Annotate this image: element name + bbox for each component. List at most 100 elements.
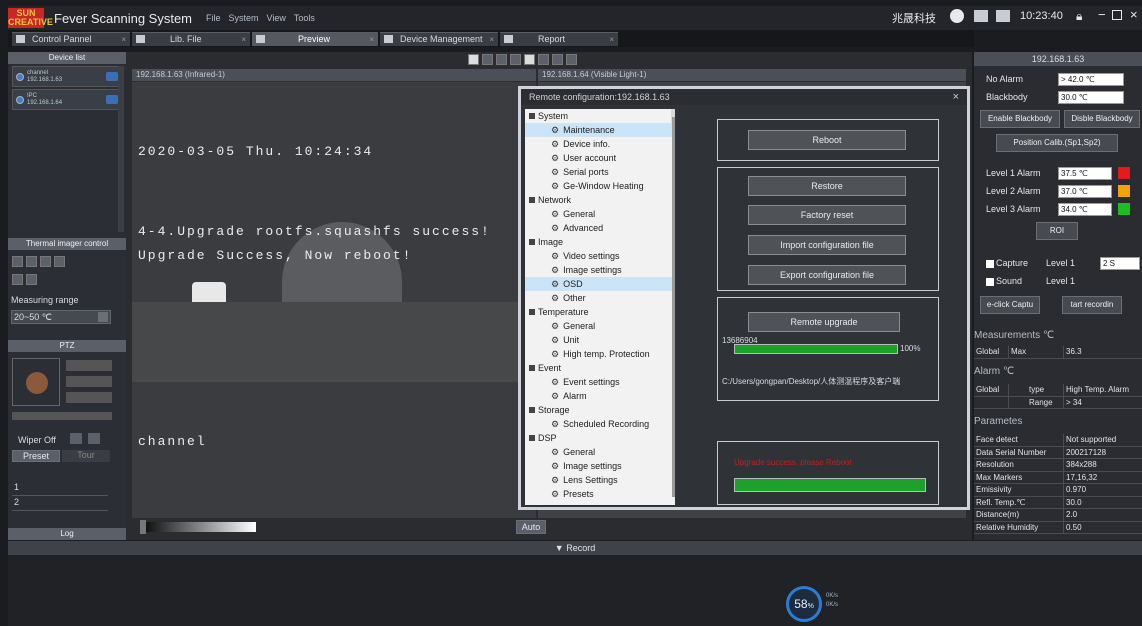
iris-control[interactable]	[66, 392, 112, 403]
tab-lib-file[interactable]: Lib. File ×	[132, 32, 250, 46]
tree-item[interactable]: Maintenance	[525, 123, 675, 137]
tab-device-management[interactable]: Device Management ×	[380, 32, 498, 46]
tree-item[interactable]: Scheduled Recording	[525, 417, 675, 431]
close-tab-icon[interactable]: ×	[489, 33, 494, 46]
tree-group[interactable]: DSP	[525, 431, 675, 445]
capture-checkbox[interactable]	[986, 260, 994, 268]
tree-item[interactable]: Event settings	[525, 375, 675, 389]
menu-view[interactable]: View	[267, 13, 286, 23]
preset-row-1[interactable]: 1	[12, 482, 108, 496]
ptz-direction-pad[interactable]	[12, 358, 60, 406]
wiper-dropdown-icon[interactable]	[70, 433, 82, 444]
sound-level[interactable]: Level 1	[1046, 276, 1075, 286]
tree-item[interactable]: Image settings	[525, 459, 675, 473]
tree-item[interactable]: Advanced	[525, 221, 675, 235]
disable-blackbody-button[interactable]: Disble Blackbody	[1064, 110, 1140, 128]
single-view-icon[interactable]	[566, 54, 577, 65]
close-tab-icon[interactable]: ×	[369, 33, 374, 46]
alarm-level-2-input[interactable]: 37.0 ℃	[1058, 185, 1112, 198]
alarm-level-1-color[interactable]	[1118, 167, 1130, 179]
tree-item[interactable]: Unit	[525, 333, 675, 347]
tree-group[interactable]: Storage	[525, 403, 675, 417]
tree-item[interactable]: Presets	[525, 487, 675, 501]
measure-icon[interactable]	[524, 54, 535, 65]
tree-scrollbar[interactable]	[671, 109, 675, 497]
close-tab-icon[interactable]: ×	[609, 33, 614, 46]
close-app-icon[interactable]: ×	[1130, 7, 1138, 22]
tab-control-pannel[interactable]: Control Pannel ×	[12, 32, 130, 46]
dialog-close-icon[interactable]: ×	[953, 89, 959, 105]
tree-item[interactable]: Serial ports	[525, 165, 675, 179]
preset-row-2[interactable]: 2	[12, 497, 108, 511]
grid-icon[interactable]	[538, 54, 549, 65]
preset-tab[interactable]: Preset	[12, 450, 60, 462]
factory-reset-button[interactable]: Factory reset	[748, 205, 906, 225]
position-calib-button[interactable]: Position Calib.(Sp1,Sp2)	[996, 134, 1118, 152]
tree-group[interactable]: Temperature	[525, 305, 675, 319]
restore-window-icon[interactable]	[1112, 10, 1122, 20]
alarm-level-3-input[interactable]: 34.0 ℃	[1058, 203, 1112, 216]
palette-icon[interactable]	[54, 256, 65, 267]
tree-item[interactable]: Ge-Window Heating	[525, 179, 675, 193]
minimize-icon[interactable]: −	[1098, 7, 1106, 22]
tree-item[interactable]: Alarm	[525, 389, 675, 403]
roi-button[interactable]: ROI	[1036, 222, 1078, 240]
tour-tab[interactable]: Tour	[62, 450, 110, 462]
tree-item[interactable]: Other	[525, 291, 675, 305]
tree-item[interactable]: OSD	[525, 277, 675, 291]
enable-blackbody-button[interactable]: Enable Blackbody	[980, 110, 1060, 128]
menu-file[interactable]: File	[206, 13, 221, 23]
wiper-play-icon[interactable]	[88, 433, 100, 444]
start-recording-button[interactable]: tart recordin	[1062, 296, 1122, 314]
palette-icon[interactable]	[12, 256, 23, 267]
blackbody-input[interactable]: 30.0 ℃	[1058, 91, 1124, 104]
close-tab-icon[interactable]: ×	[121, 33, 126, 46]
tree-group[interactable]: Image	[525, 235, 675, 249]
record-bar[interactable]: ▼ Record	[8, 541, 1142, 555]
keyboard-icon[interactable]	[974, 10, 988, 22]
tab-report[interactable]: Report ×	[500, 32, 618, 46]
sound-checkbox[interactable]	[986, 278, 994, 286]
focus-control[interactable]	[66, 376, 112, 387]
close-tab-icon[interactable]: ×	[241, 33, 246, 46]
focus-icon[interactable]	[26, 274, 37, 285]
menu-tools[interactable]: Tools	[294, 13, 315, 23]
capture-level[interactable]: Level 1	[1046, 258, 1075, 268]
tree-item[interactable]: User account	[525, 151, 675, 165]
connect-icon[interactable]	[106, 95, 118, 104]
auto-button[interactable]: Auto	[516, 520, 546, 534]
tree-item[interactable]: Lens Settings	[525, 473, 675, 487]
alarm-level-1-input[interactable]: 37.5 ℃	[1058, 167, 1112, 180]
tree-item[interactable]: Image settings	[525, 263, 675, 277]
tree-group[interactable]: System	[525, 109, 675, 123]
import-config-button[interactable]: Import configuration file	[748, 235, 906, 255]
range-slider-handle[interactable]	[140, 520, 146, 534]
reboot-button[interactable]: Reboot	[748, 130, 906, 150]
menu-system[interactable]: System	[229, 13, 259, 23]
select-icon[interactable]	[468, 54, 479, 65]
capture-interval-input[interactable]: 2 S	[1100, 257, 1140, 270]
export-config-button[interactable]: Export configuration file	[748, 265, 906, 285]
alarm-level-2-color[interactable]	[1118, 185, 1130, 197]
remote-upgrade-button[interactable]: Remote upgrade	[748, 312, 900, 332]
message-icon[interactable]	[996, 10, 1010, 22]
lock-icon[interactable]: 🔒︎	[1076, 9, 1082, 24]
device-item-ipc[interactable]: IPC 192.168.1.64	[12, 89, 122, 110]
tree-group[interactable]: Event	[525, 361, 675, 375]
device-list-scrollbar[interactable]	[118, 66, 124, 232]
tree-item[interactable]: General	[525, 445, 675, 459]
crosshair-icon[interactable]	[482, 54, 493, 65]
scrollbar-thumb[interactable]	[672, 117, 675, 497]
tree-item[interactable]: General	[525, 319, 675, 333]
ptz-speed-slider[interactable]	[12, 412, 112, 420]
star-icon[interactable]	[510, 54, 521, 65]
infrared-video[interactable]: 2020-03-05 Thu. 10:24:34 4-4.Upgrade roo…	[132, 82, 536, 518]
tree-item[interactable]: Video settings	[525, 249, 675, 263]
tree-item[interactable]: General	[525, 207, 675, 221]
one-click-capture-button[interactable]: e-click Captu	[980, 296, 1040, 314]
no-alarm-input[interactable]: > 42.0 ℃	[1058, 73, 1124, 86]
shutter-icon[interactable]	[12, 274, 23, 285]
tab-preview[interactable]: Preview ×	[252, 32, 378, 46]
tree-item[interactable]: Device info.	[525, 137, 675, 151]
palette-icon[interactable]	[40, 256, 51, 267]
